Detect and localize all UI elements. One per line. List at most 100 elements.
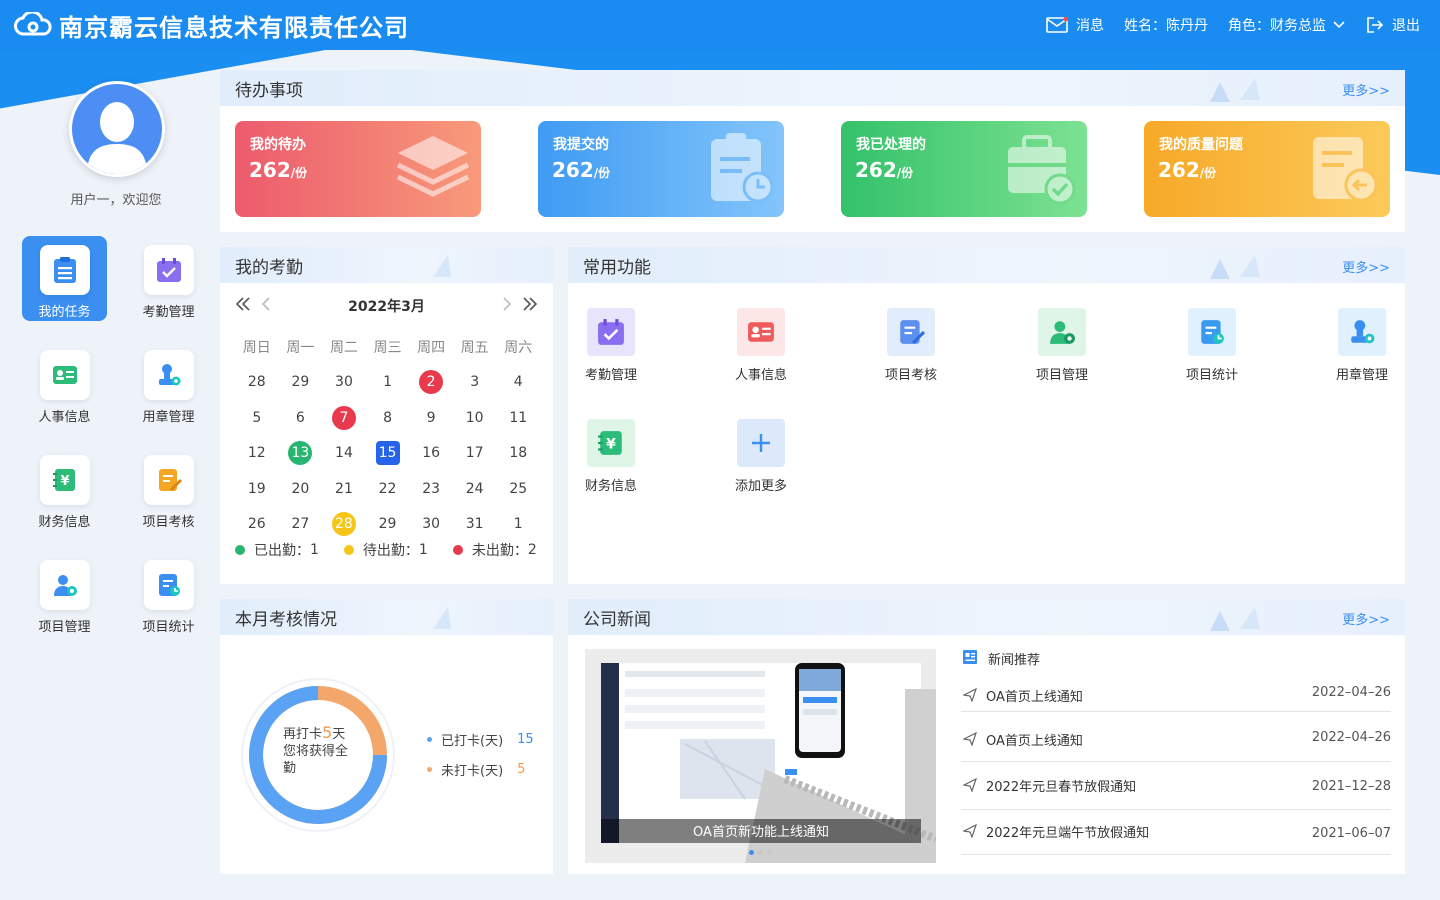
calendar-day-marked[interactable]: 15 bbox=[366, 441, 410, 466]
messages-label: 消息 bbox=[1076, 18, 1104, 34]
calendar-day-number: 27 bbox=[291, 516, 310, 533]
sidebar-item-label: 考勤管理 bbox=[142, 305, 195, 320]
calendar-day[interactable]: 6 bbox=[279, 410, 323, 426]
carousel-dot-active[interactable] bbox=[749, 850, 754, 855]
news-carousel[interactable]: OA首页新功能上线通知 bbox=[585, 649, 938, 863]
calendar-day[interactable]: 5 bbox=[235, 410, 279, 426]
calendar-day[interactable]: 18 bbox=[496, 445, 540, 461]
calendar-day[interactable]: 30 bbox=[409, 516, 453, 532]
todo-more-link[interactable]: 更多>> bbox=[1342, 80, 1390, 99]
sidebar: 用户一，欢迎您 我的任务 考勤管理 人事信息 用章管理 ¥ 财务信息 项目考核 … bbox=[0, 50, 220, 900]
messages-button[interactable]: 消息 bbox=[1046, 15, 1104, 35]
news-item[interactable]: OA首页上线通知 2022–04–26 bbox=[961, 652, 1391, 712]
weekday-label: 周二 bbox=[329, 339, 358, 356]
carousel-dot[interactable] bbox=[767, 850, 772, 855]
document-return-icon bbox=[1313, 137, 1378, 202]
sidebar-item-attendance[interactable]: 考勤管理 bbox=[126, 236, 211, 321]
calendar-day[interactable]: 19 bbox=[235, 481, 279, 497]
double-chevron-right-icon[interactable] bbox=[522, 297, 538, 311]
news-item-title: OA首页上线通知 bbox=[986, 734, 1083, 749]
calendar-day[interactable]: 11 bbox=[496, 410, 540, 426]
calendar-day[interactable]: 14 bbox=[322, 445, 366, 461]
todo-card-pending[interactable]: 我的待办 262/份 bbox=[235, 121, 481, 217]
calendar-day[interactable]: 27 bbox=[279, 516, 323, 532]
calendar-day[interactable]: 25 bbox=[496, 481, 540, 497]
calendar-day[interactable]: 31 bbox=[453, 516, 497, 532]
function-project-check[interactable]: 项目考核 bbox=[866, 308, 956, 383]
calendar-day[interactable]: 29 bbox=[279, 374, 323, 390]
attendance-panel: 我的考勤 2022年3月 周日 周一 周二 周三 周四 周五 周六 28 29 30… bbox=[220, 247, 553, 584]
calendar-day-number: 30 bbox=[335, 374, 353, 391]
calendar-day[interactable]: 3 bbox=[453, 374, 497, 390]
calendar-day[interactable]: 10 bbox=[453, 410, 497, 426]
sidebar-item-finance[interactable]: ¥ 财务信息 bbox=[22, 446, 107, 531]
calendar-day[interactable]: 30 bbox=[322, 374, 366, 390]
decorative-triangles-icon bbox=[1210, 607, 1260, 631]
calendar-day-number: 22 bbox=[378, 480, 397, 497]
unchecked-days-value: 5 bbox=[517, 761, 526, 777]
news-item-title: OA首页上线通知 bbox=[986, 690, 1083, 705]
function-label: 考勤管理 bbox=[584, 368, 637, 383]
calendar-day-marked[interactable]: 7 bbox=[322, 405, 366, 430]
calendar-day-number: 8 bbox=[383, 409, 392, 426]
calendar-day[interactable]: 1 bbox=[366, 374, 410, 390]
calendar-grid: 周日 周一 周二 周三 周四 周五 周六 28 29 30 1 2 3 4 5 6 7 8 9 10 11… bbox=[235, 329, 540, 542]
todo-card-count: 262/份 bbox=[1158, 158, 1217, 182]
calendar-day[interactable]: 17 bbox=[453, 445, 497, 461]
sidebar-item-project-stats[interactable]: 项目统计 bbox=[126, 551, 211, 636]
todo-card-submitted[interactable]: 我提交的 262/份 bbox=[538, 121, 784, 217]
sidebar-item-my-tasks[interactable]: 我的任务 bbox=[22, 236, 107, 321]
calendar-day[interactable]: 8 bbox=[366, 410, 410, 426]
calendar-day-marked[interactable]: 2 bbox=[409, 370, 453, 395]
calendar-day-marked[interactable]: 13 bbox=[279, 441, 323, 466]
todo-card-handled[interactable]: 我已处理的 262/份 bbox=[841, 121, 1087, 217]
mail-icon bbox=[1046, 17, 1068, 33]
calendar-day[interactable]: 9 bbox=[409, 410, 453, 426]
function-finance[interactable]: ¥ 财务信息 bbox=[568, 419, 656, 494]
news-item[interactable]: 2022年元旦端午节放假通知 2021–06–07 bbox=[961, 810, 1391, 855]
carousel-dot[interactable] bbox=[758, 850, 763, 855]
calendar-day[interactable]: 20 bbox=[279, 481, 323, 497]
function-attendance[interactable]: 考勤管理 bbox=[568, 308, 656, 383]
news-item[interactable]: 2022年元旦春节放假通知 2021–12–28 bbox=[961, 762, 1391, 810]
function-project-stats[interactable]: 项目统计 bbox=[1167, 308, 1257, 383]
role-dropdown[interactable]: 角色：财务总监 bbox=[1228, 15, 1346, 35]
calendar-day[interactable]: 22 bbox=[366, 481, 410, 497]
sidebar-item-seal[interactable]: 用章管理 bbox=[126, 341, 211, 426]
avatar[interactable] bbox=[69, 81, 165, 177]
calendar-day[interactable]: 29 bbox=[366, 516, 410, 532]
calendar-day[interactable]: 28 bbox=[235, 374, 279, 390]
calendar-day[interactable]: 1 bbox=[496, 516, 540, 532]
function-add-more[interactable]: 添加更多 bbox=[716, 419, 806, 494]
function-personnel[interactable]: 人事信息 bbox=[716, 308, 806, 383]
function-seal[interactable]: 用章管理 bbox=[1317, 308, 1405, 383]
sidebar-item-personnel[interactable]: 人事信息 bbox=[22, 341, 107, 426]
sidebar-item-project-check[interactable]: 项目考核 bbox=[126, 446, 211, 531]
function-project-management[interactable]: 项目管理 bbox=[1017, 308, 1107, 383]
function-label: 项目统计 bbox=[1185, 368, 1238, 383]
functions-more-link[interactable]: 更多>> bbox=[1342, 257, 1390, 276]
calendar-day[interactable]: 24 bbox=[453, 481, 497, 497]
decorative-triangles-icon bbox=[1210, 255, 1260, 279]
sidebar-item-project-management[interactable]: 项目管理 bbox=[22, 551, 107, 636]
calendar-day-marked[interactable]: 28 bbox=[322, 512, 366, 537]
functions-panel-header: 常用功能 更多>> bbox=[568, 247, 1405, 283]
chevron-right-icon[interactable] bbox=[502, 297, 512, 311]
functions-panel: 常用功能 更多>> 考勤管理 人事信息 项目考核 项目管理 项目统计 用章管理 … bbox=[568, 247, 1405, 584]
calendar-day-number: 30 bbox=[422, 516, 441, 533]
function-label: 项目管理 bbox=[1035, 368, 1088, 383]
news-more-link[interactable]: 更多>> bbox=[1342, 609, 1390, 628]
calendar-day-number: 17 bbox=[465, 445, 484, 462]
calendar-day-number: 20 bbox=[291, 480, 310, 497]
logout-button[interactable]: 退出 bbox=[1366, 15, 1420, 35]
seal-icon bbox=[158, 364, 180, 386]
todo-card-quality[interactable]: 我的质量问题 262/份 bbox=[1144, 121, 1390, 217]
news-item[interactable]: OA首页上线通知 2022–04–26 bbox=[961, 712, 1391, 762]
calendar-day[interactable]: 21 bbox=[322, 481, 366, 497]
calendar-day[interactable]: 4 bbox=[496, 374, 540, 390]
calendar-day[interactable]: 16 bbox=[409, 445, 453, 461]
todo-card-title: 我提交的 bbox=[553, 137, 609, 153]
calendar-day[interactable]: 26 bbox=[235, 516, 279, 532]
calendar-day[interactable]: 12 bbox=[235, 445, 279, 461]
calendar-day[interactable]: 23 bbox=[409, 481, 453, 497]
